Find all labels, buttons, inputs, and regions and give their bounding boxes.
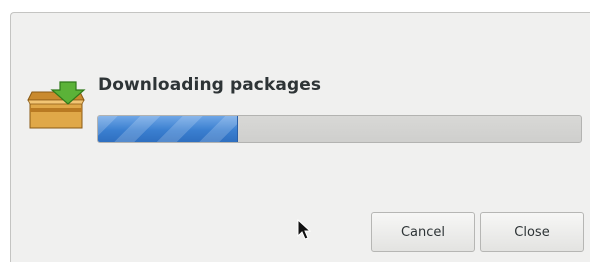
progress-fill [98, 116, 239, 142]
cancel-button[interactable]: Cancel [371, 212, 475, 252]
dialog-title: Downloading packages [98, 75, 322, 95]
download-progress-bar [97, 115, 582, 143]
mouse-pointer-icon [297, 219, 311, 240]
package-icon [27, 81, 86, 129]
close-button[interactable]: Close [480, 212, 584, 252]
